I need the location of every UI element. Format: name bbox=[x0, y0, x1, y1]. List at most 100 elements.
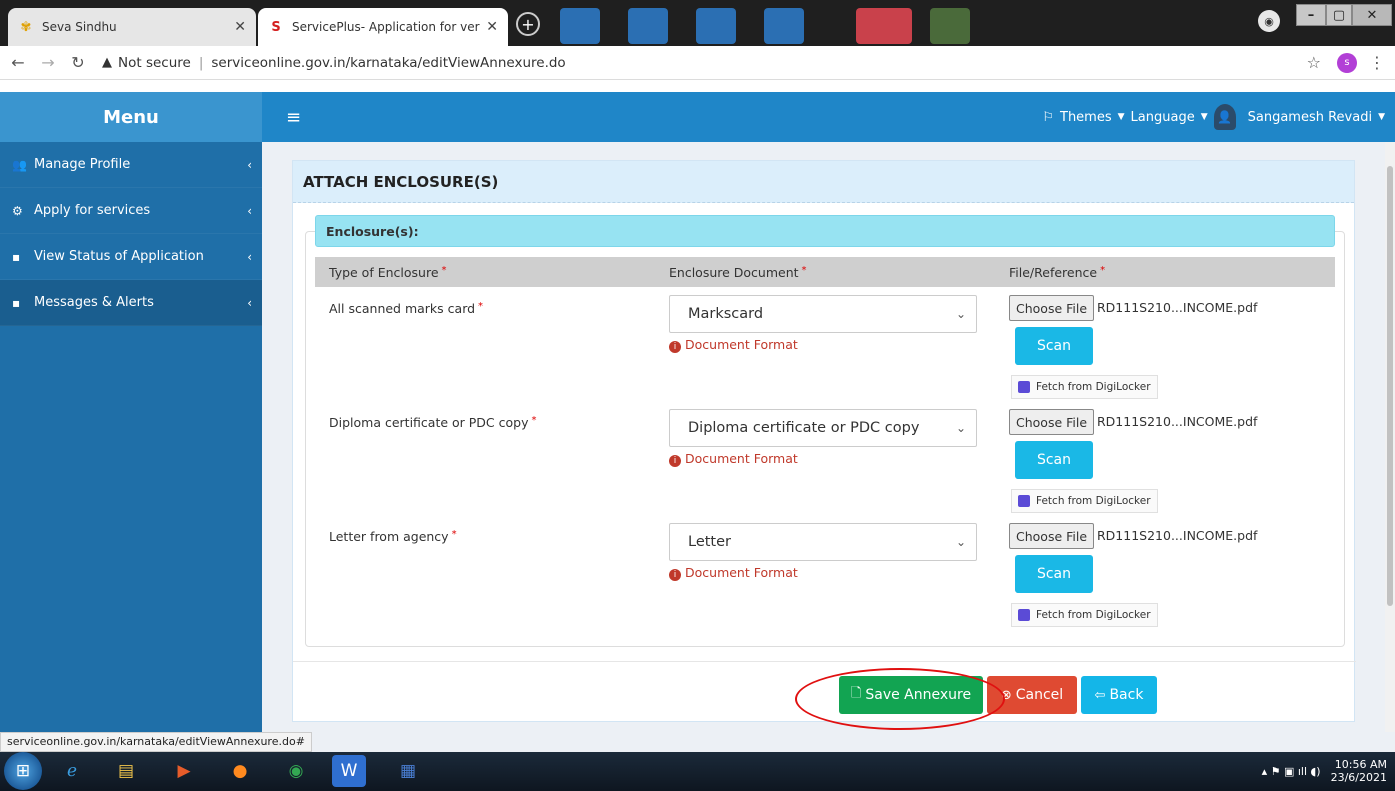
main-content: ATTACH ENCLOSURE(S) Enclosure(s): Type o… bbox=[262, 142, 1395, 732]
column-header: Type of Enclosure * bbox=[329, 264, 447, 280]
close-tab-icon[interactable]: ✕ bbox=[486, 19, 498, 35]
system-tray: ▴ ⚑ ▣ ıll ◖) 10:56 AM 23/6/2021 bbox=[1262, 758, 1387, 784]
button-label: Back bbox=[1109, 687, 1144, 703]
digilocker-icon bbox=[1018, 381, 1030, 393]
profile-avatar[interactable]: s bbox=[1337, 52, 1357, 73]
flag-icon: ⚐ bbox=[1042, 109, 1054, 125]
sidebar-item-view-status[interactable]: ▪ View Status of Application ‹ bbox=[0, 234, 262, 280]
background-window-thumbnail bbox=[628, 8, 668, 44]
fetch-digilocker-button[interactable]: Fetch from DigiLocker bbox=[1011, 489, 1158, 513]
browser-menu-icon[interactable]: ⋮ bbox=[1369, 53, 1385, 72]
sidebar-item-manage-profile[interactable]: 👥 Manage Profile ‹ bbox=[0, 142, 262, 188]
scan-button[interactable]: Scan bbox=[1015, 555, 1093, 593]
url-text: serviceonline.gov.in/karnataka/editViewA… bbox=[211, 54, 566, 71]
select-value: Letter bbox=[688, 534, 731, 550]
language-menu[interactable]: Language bbox=[1131, 110, 1195, 125]
clock[interactable]: 10:56 AM 23/6/2021 bbox=[1331, 758, 1387, 784]
sidebar-item-apply-services[interactable]: ⚙ Apply for services ‹ bbox=[0, 188, 262, 234]
chevron-down-icon: ⌄ bbox=[955, 421, 966, 435]
minimize-button[interactable]: – bbox=[1296, 4, 1326, 26]
info-icon: i bbox=[669, 455, 681, 467]
info-icon: i bbox=[669, 341, 681, 353]
forward-arrow-icon[interactable]: → bbox=[36, 53, 60, 72]
document-format-link[interactable]: i Document Format bbox=[669, 565, 798, 581]
table-row: Letter from agency * Letter ⌄ i Document F… bbox=[315, 523, 1335, 633]
bookmark-star-icon[interactable]: ☆ bbox=[1307, 53, 1321, 72]
sidebar-item-messages-alerts[interactable]: ▪ Messages & Alerts ‹ bbox=[0, 280, 262, 326]
chevron-left-icon: ‹ bbox=[247, 249, 252, 264]
tab-serviceplus[interactable]: S ServicePlus- Application for verif ✕ bbox=[258, 8, 508, 46]
enclosures-table-header: Type of Enclosure * Enclosure Document * F… bbox=[315, 257, 1335, 287]
tab-title: Seva Sindhu bbox=[42, 20, 117, 34]
document-format-link[interactable]: i Document Format bbox=[669, 337, 798, 353]
table-row: Diploma certificate or PDC copy * Diploma… bbox=[315, 409, 1335, 519]
column-header: Enclosure Document * bbox=[669, 264, 807, 280]
list-icon: ▪ bbox=[12, 295, 21, 310]
file-explorer-icon[interactable]: ▤ bbox=[106, 755, 146, 787]
back-button[interactable]: ⇦ Back bbox=[1081, 676, 1157, 714]
background-window-thumbnail bbox=[696, 8, 736, 44]
tray-icons[interactable]: ▴ ⚑ ▣ ıll ◖) bbox=[1262, 765, 1321, 778]
maximize-button[interactable]: ▢ bbox=[1326, 4, 1352, 26]
fetch-digilocker-button[interactable]: Fetch from DigiLocker bbox=[1011, 603, 1158, 627]
page-title: ATTACH ENCLOSURE(S) bbox=[293, 161, 1354, 203]
choose-file-button[interactable]: Choose File bbox=[1009, 295, 1095, 321]
back-arrow-icon[interactable]: ← bbox=[6, 53, 30, 72]
media-player-icon[interactable]: ▶ bbox=[164, 755, 204, 787]
chevron-left-icon: ‹ bbox=[247, 157, 252, 172]
sidebar: Menu 👥 Manage Profile ‹ ⚙ Apply for serv… bbox=[0, 92, 262, 732]
wps-writer-icon[interactable]: W bbox=[332, 755, 366, 787]
fetch-digilocker-button[interactable]: Fetch from DigiLocker bbox=[1011, 375, 1158, 399]
users-icon: 👥 bbox=[12, 157, 27, 172]
scrollbar-thumb[interactable] bbox=[1387, 166, 1393, 606]
status-url: serviceonline.gov.in/karnataka/editViewA… bbox=[0, 732, 312, 752]
word-icon[interactable]: ▦ bbox=[388, 755, 428, 787]
new-tab-button[interactable]: + bbox=[516, 12, 540, 36]
start-button[interactable]: ⊞ bbox=[4, 752, 42, 790]
chevron-down-icon: ⌄ bbox=[955, 307, 966, 321]
user-name-menu[interactable]: Sangamesh Revadi bbox=[1248, 110, 1372, 125]
choose-file-button[interactable]: Choose File bbox=[1009, 409, 1095, 435]
caret-down-icon: ▼ bbox=[1200, 112, 1208, 122]
internet-explorer-icon[interactable]: ℯ bbox=[52, 755, 92, 787]
scan-button[interactable]: Scan bbox=[1015, 441, 1093, 479]
chevron-down-icon: ⌄ bbox=[955, 535, 966, 549]
choose-file-button[interactable]: Choose File bbox=[1009, 523, 1095, 549]
button-label: Cancel bbox=[1015, 687, 1064, 703]
browser-profile-icon[interactable]: ◉ bbox=[1258, 10, 1280, 32]
enclosures-heading: Enclosure(s): bbox=[315, 215, 1335, 247]
hamburger-menu-icon[interactable]: ≡ bbox=[286, 107, 301, 128]
background-window-thumbnail bbox=[764, 8, 804, 44]
table-row: All scanned marks card * Markscard ⌄ i Doc… bbox=[315, 295, 1335, 405]
list-icon: ▪ bbox=[12, 249, 21, 264]
enclosure-document-select[interactable]: Diploma certificate or PDC copy ⌄ bbox=[669, 409, 977, 447]
firefox-icon[interactable]: ● bbox=[220, 755, 260, 787]
address-bar: ← → ↻ ▲ Not secure | serviceonline.gov.i… bbox=[0, 46, 1395, 80]
page-scrollbar[interactable] bbox=[1385, 142, 1395, 732]
enclosure-type: Letter from agency * bbox=[329, 529, 457, 544]
sidebar-title: Menu bbox=[0, 92, 262, 142]
warning-icon: ▲ bbox=[102, 55, 112, 70]
enclosure-document-select[interactable]: Markscard ⌄ bbox=[669, 295, 977, 333]
document-format-link[interactable]: i Document Format bbox=[669, 451, 798, 467]
file-name: RD111S210...INCOME.pdf bbox=[1097, 300, 1258, 315]
url-field[interactable]: ▲ Not secure | serviceonline.gov.in/karn… bbox=[102, 55, 1307, 71]
scan-button[interactable]: Scan bbox=[1015, 327, 1093, 365]
arrow-left-icon: ⇦ bbox=[1094, 687, 1106, 703]
chrome-icon[interactable]: ◉ bbox=[276, 755, 316, 787]
sidebar-item-label: Apply for services bbox=[34, 203, 151, 218]
enclosure-type: Diploma certificate or PDC copy * bbox=[329, 415, 537, 430]
enclosure-type: All scanned marks card * bbox=[329, 301, 484, 316]
clock-time: 10:56 AM bbox=[1334, 758, 1387, 771]
enclosure-document-select[interactable]: Letter ⌄ bbox=[669, 523, 977, 561]
column-header: File/Reference * bbox=[1009, 264, 1106, 280]
highlight-annotation bbox=[795, 668, 1005, 730]
reload-icon[interactable]: ↻ bbox=[66, 53, 90, 72]
tab-seva-sindhu[interactable]: ✾ Seva Sindhu ✕ bbox=[8, 8, 256, 46]
serviceplus-favicon-icon: S bbox=[271, 19, 281, 35]
select-value: Diploma certificate or PDC copy bbox=[688, 420, 920, 436]
close-tab-icon[interactable]: ✕ bbox=[234, 19, 246, 35]
close-window-button[interactable]: ✕ bbox=[1352, 4, 1392, 26]
sidebar-item-label: Manage Profile bbox=[34, 157, 131, 172]
themes-menu[interactable]: Themes bbox=[1060, 110, 1112, 125]
